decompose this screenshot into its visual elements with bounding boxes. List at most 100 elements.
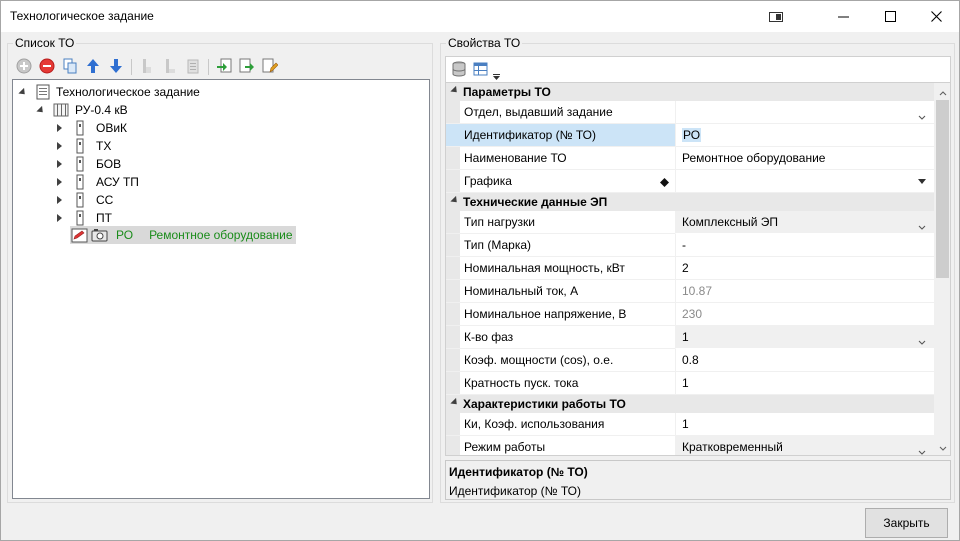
cut-button[interactable]	[138, 58, 156, 76]
toolbar-separator	[208, 59, 209, 75]
start-ratio-input[interactable]: 1	[675, 372, 934, 395]
property-value: 0.8	[682, 353, 699, 367]
ki-input[interactable]: 1	[675, 413, 934, 436]
tree-node-switchboard[interactable]: РУ-0.4 кВ	[36, 101, 128, 119]
department-select[interactable]	[675, 101, 934, 124]
brand-input[interactable]: -	[675, 234, 934, 257]
tree-node-group[interactable]: АСУ ТП	[57, 173, 139, 191]
graphics-select[interactable]	[675, 170, 934, 193]
collapse-icon[interactable]	[57, 178, 62, 186]
cos-input[interactable]: 0.8	[675, 349, 934, 372]
title-input[interactable]: Ремонтное оборудование	[675, 147, 934, 170]
clipboard-button[interactable]	[184, 58, 202, 76]
database-button[interactable]	[451, 61, 467, 80]
cabinet-icon	[76, 156, 84, 172]
expand-icon[interactable]	[36, 105, 46, 115]
tree-toolbar	[15, 56, 284, 78]
property-row-identifier[interactable]: Идентификатор (№ ТО) РО	[446, 124, 934, 147]
paste-button[interactable]	[161, 58, 179, 76]
property-row-cos[interactable]: Коэф. мощности (cos), о.е. 0.8	[446, 349, 934, 372]
property-row-ki[interactable]: Ки, Коэф. использования 1	[446, 413, 934, 436]
diamond-icon	[660, 176, 669, 190]
paste-icon	[162, 58, 178, 77]
close-button[interactable]: Закрыть	[865, 508, 948, 538]
property-grid[interactable]: Параметры ТО Отдел, выдавший задание Иде…	[445, 82, 951, 456]
table-view-button[interactable]	[473, 61, 489, 80]
category-collapse-icon[interactable]	[450, 195, 460, 206]
tree-node-equipment-selected[interactable]: РО Ремонтное оборудование	[70, 226, 296, 244]
scroll-down-button[interactable]	[934, 438, 950, 455]
import-button[interactable]	[215, 58, 233, 76]
collapse-icon[interactable]	[57, 124, 62, 132]
property-row-title[interactable]: Наименование ТО Ремонтное оборудование	[446, 147, 934, 170]
identifier-input[interactable]: РО	[675, 124, 934, 147]
load-type-select[interactable]: Комплексный ЭП	[675, 211, 934, 234]
property-row-voltage[interactable]: Номинальное напряжение, В 230	[446, 303, 934, 326]
property-row-power[interactable]: Номинальная мощность, кВт 2	[446, 257, 934, 280]
property-row-load-type[interactable]: Тип нагрузки Комплексный ЭП	[446, 211, 934, 234]
property-name: Коэф. мощности (cos), о.е.	[446, 349, 675, 372]
property-value: РО	[682, 128, 702, 142]
restore-layout-button[interactable]	[753, 1, 799, 32]
property-row-current[interactable]: Номинальный ток, А 10.87	[446, 280, 934, 303]
export-button[interactable]	[238, 58, 256, 76]
category-collapse-icon[interactable]	[450, 85, 460, 96]
close-window-button[interactable]	[913, 1, 959, 32]
expand-icon[interactable]	[18, 87, 28, 97]
chevron-down-icon[interactable]	[918, 219, 926, 233]
category-tech[interactable]: Технические данные ЭП	[446, 193, 934, 211]
tree-node-label: ОВиК	[96, 121, 128, 135]
property-row-start-ratio[interactable]: Кратность пуск. тока 1	[446, 372, 934, 395]
property-value: 1	[682, 376, 689, 390]
remove-button[interactable]	[38, 58, 56, 76]
edit-document-button[interactable]	[261, 58, 279, 76]
chevron-down-icon[interactable]	[918, 334, 926, 348]
tree-node-group[interactable]: СС	[57, 191, 113, 209]
category-work[interactable]: Характеристики работы ТО	[446, 395, 934, 413]
tree-node-root[interactable]: Технологическое задание	[18, 83, 200, 101]
property-grid-scrollbar[interactable]	[934, 83, 950, 455]
tree-node-group[interactable]: ПТ	[57, 209, 112, 227]
move-down-button[interactable]	[107, 58, 125, 76]
category-collapse-icon[interactable]	[450, 397, 460, 408]
property-row-department[interactable]: Отдел, выдавший задание	[446, 101, 934, 124]
property-row-phases[interactable]: К-во фаз 1	[446, 326, 934, 349]
cabinet-icon	[76, 174, 84, 190]
collapse-icon[interactable]	[57, 214, 62, 222]
property-value: 1	[682, 330, 689, 344]
property-name: Номинальное напряжение, В	[446, 303, 675, 326]
table-edit-icon	[473, 62, 489, 80]
dropdown-arrow-icon[interactable]	[918, 179, 926, 184]
maximize-button[interactable]	[867, 1, 913, 32]
minimize-button[interactable]	[820, 1, 866, 32]
tree-node-label: ПТ	[96, 211, 112, 225]
cabinet-icon	[76, 138, 84, 154]
toolbar-dropdown-button[interactable]	[493, 69, 500, 83]
category-params[interactable]: Параметры ТО	[446, 83, 934, 101]
power-input[interactable]: 2	[675, 257, 934, 280]
scroll-up-button[interactable]	[934, 83, 950, 100]
collapse-icon[interactable]	[57, 160, 62, 168]
equipment-tree[interactable]: Технологическое задание РУ-0.4 кВ ОВиК Т…	[12, 79, 430, 499]
cabinet-icon	[76, 192, 84, 208]
move-up-button[interactable]	[84, 58, 102, 76]
cabinet-icon	[76, 120, 84, 136]
mode-select[interactable]: Кратковременный	[675, 436, 934, 455]
add-button[interactable]	[15, 58, 33, 76]
scrollbar-thumb[interactable]	[936, 100, 949, 278]
collapse-icon[interactable]	[57, 196, 62, 204]
tree-node-group[interactable]: ОВиК	[57, 119, 127, 137]
chevron-down-icon[interactable]	[918, 109, 926, 123]
property-name: Графика	[446, 170, 675, 193]
phases-select[interactable]: 1	[675, 326, 934, 349]
collapse-icon[interactable]	[57, 142, 62, 150]
property-row-mode[interactable]: Режим работы Кратковременный	[446, 436, 934, 455]
description-text: Идентификатор (№ ТО)	[449, 484, 581, 498]
property-row-brand[interactable]: Тип (Марка) -	[446, 234, 934, 257]
property-row-graphics[interactable]: Графика	[446, 170, 934, 193]
tree-node-group[interactable]: ТХ	[57, 137, 111, 155]
copy-button[interactable]	[61, 58, 79, 76]
edit-task-icon	[71, 228, 88, 243]
chevron-down-icon[interactable]	[918, 444, 926, 455]
tree-node-group[interactable]: БОВ	[57, 155, 121, 173]
